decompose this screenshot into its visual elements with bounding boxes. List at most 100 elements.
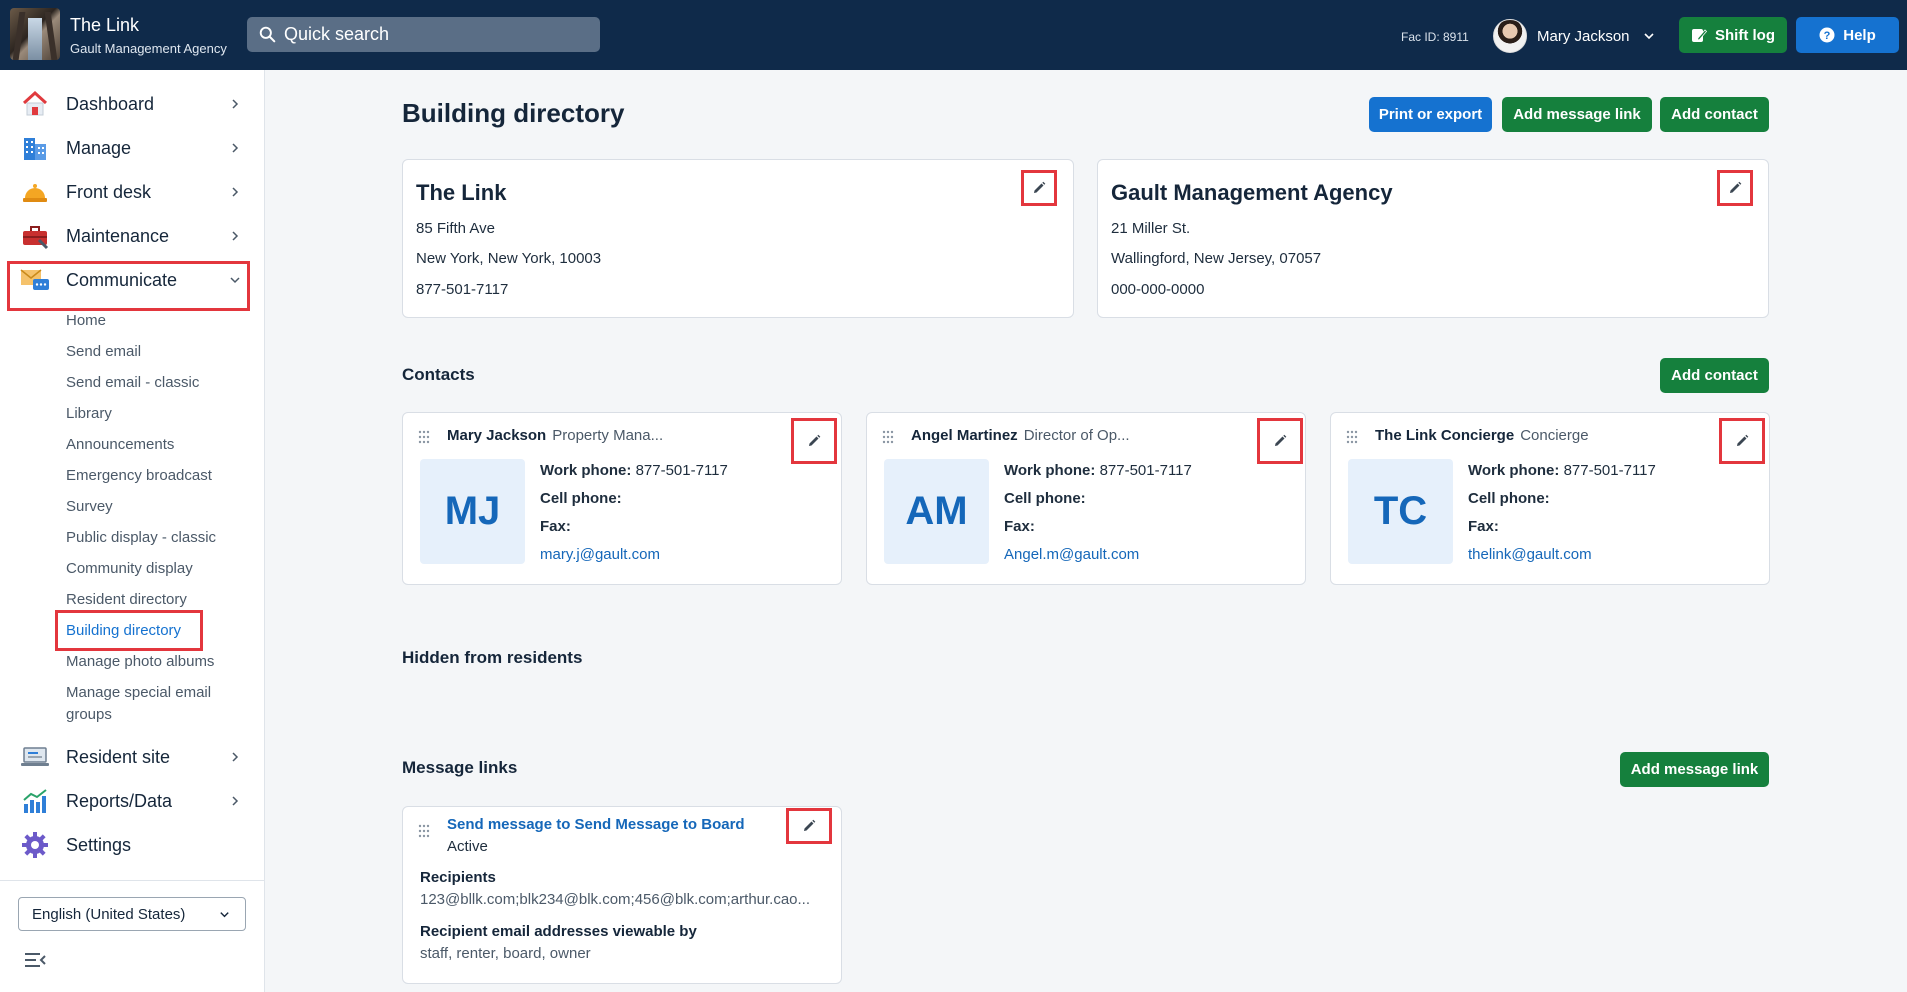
avatar bbox=[1493, 19, 1527, 53]
add-message-link-button[interactable]: Add message link bbox=[1502, 97, 1652, 132]
sidebar-item-resident-site[interactable]: Resident site bbox=[0, 737, 265, 777]
hidden-section-title: Hidden from residents bbox=[402, 648, 583, 667]
envelope-chat-icon bbox=[20, 265, 50, 295]
add-contact-button[interactable]: Add contact bbox=[1660, 97, 1769, 132]
sub-item-manage-special-email-groups[interactable]: Manage special email groups bbox=[66, 682, 236, 726]
house-icon bbox=[20, 89, 50, 119]
language-value: English (United States) bbox=[32, 905, 186, 923]
sub-item-home[interactable]: Home bbox=[66, 310, 106, 332]
contact-card: The Link Concierge Concierge TC Work phon… bbox=[1330, 412, 1770, 585]
app-subtitle: Gault Management Agency bbox=[70, 41, 227, 56]
contact-role: Concierge bbox=[1520, 427, 1589, 444]
language-select[interactable]: English (United States) bbox=[18, 897, 246, 931]
sidebar-item-settings[interactable]: Settings bbox=[0, 825, 265, 865]
chevron-right-icon bbox=[232, 143, 239, 153]
drag-handle-icon[interactable] bbox=[418, 824, 430, 838]
sidebar-item-label: Resident site bbox=[66, 746, 171, 767]
chevron-right-icon bbox=[232, 796, 239, 806]
search-input[interactable] bbox=[284, 24, 564, 45]
sidebar-item-dashboard[interactable]: Dashboard bbox=[0, 84, 265, 124]
chevron-right-icon bbox=[232, 187, 239, 197]
edit-button[interactable] bbox=[1257, 418, 1303, 464]
sidebar-item-maintenance[interactable]: Maintenance bbox=[0, 216, 265, 256]
sub-item-public-display-classic[interactable]: Public display - classic bbox=[66, 527, 216, 549]
contact-initials-avatar: MJ bbox=[420, 459, 525, 564]
edit-button[interactable] bbox=[1717, 170, 1753, 206]
sub-item-send-email-classic[interactable]: Send email - classic bbox=[66, 372, 199, 394]
chevron-down-icon bbox=[230, 277, 240, 284]
add-contact-button-secondary[interactable]: Add contact bbox=[1660, 358, 1769, 393]
sidebar-item-label: Settings bbox=[66, 834, 132, 855]
fax-label: Fax: bbox=[1468, 518, 1499, 535]
pencil-icon bbox=[1275, 434, 1287, 446]
sub-item-send-email[interactable]: Send email bbox=[66, 341, 141, 363]
sidebar-item-communicate[interactable]: Communicate bbox=[0, 260, 265, 300]
sub-item-community-display[interactable]: Community display bbox=[66, 558, 193, 580]
building-logo-image[interactable] bbox=[10, 8, 60, 60]
contact-role: Director of Op... bbox=[1023, 427, 1130, 444]
message-link-title[interactable]: Send message to Send Message to Board bbox=[447, 816, 745, 833]
contacts-section-title: Contacts bbox=[402, 365, 475, 384]
fax-label: Fax: bbox=[540, 518, 571, 535]
edit-button[interactable] bbox=[786, 808, 832, 844]
contact-email-link[interactable]: thelink@gault.com bbox=[1468, 546, 1592, 563]
collapse-menu-icon[interactable] bbox=[24, 950, 46, 970]
work-phone-value: 877-501-7117 bbox=[635, 462, 728, 479]
message-link-status: Active bbox=[447, 838, 488, 855]
contact-card: Angel Martinez Director of Op... AM Work … bbox=[866, 412, 1306, 585]
contact-initials-avatar: AM bbox=[884, 459, 989, 564]
cell-phone-label: Cell phone: bbox=[1468, 490, 1550, 507]
building-phone: 877-501-7117 bbox=[416, 281, 509, 298]
sidebar-item-front-desk[interactable]: Front desk bbox=[0, 172, 265, 212]
message-link-card: Send message to Send Message to Board Ac… bbox=[402, 806, 842, 984]
edit-button[interactable] bbox=[1719, 418, 1765, 464]
sub-item-announcements[interactable]: Announcements bbox=[66, 434, 174, 456]
sub-item-emergency-broadcast[interactable]: Emergency broadcast bbox=[66, 465, 212, 487]
sub-item-manage-photo-albums[interactable]: Manage photo albums bbox=[66, 651, 214, 673]
edit-button[interactable] bbox=[1021, 170, 1057, 206]
add-message-link-button-secondary[interactable]: Add message link bbox=[1620, 752, 1769, 787]
sidebar-item-label: Dashboard bbox=[66, 93, 155, 114]
agency-name: Gault Management Agency bbox=[1111, 180, 1393, 205]
sidebar-item-reports-data[interactable]: Reports/Data bbox=[0, 781, 265, 821]
sidebar-item-label: Communicate bbox=[66, 269, 178, 290]
contact-email-link[interactable]: mary.j@gault.com bbox=[540, 546, 660, 563]
laptop-icon bbox=[20, 742, 50, 772]
drag-handle-icon[interactable] bbox=[882, 430, 894, 444]
sub-item-building-directory[interactable]: Building directory bbox=[66, 620, 181, 642]
work-phone-value: 877-501-7117 bbox=[1099, 462, 1192, 479]
contact-name: Angel Martinez bbox=[911, 427, 1018, 444]
contact-role: Property Mana... bbox=[552, 427, 664, 444]
contact-email-link[interactable]: Angel.m@gault.com bbox=[1004, 546, 1139, 563]
user-name: Mary Jackson bbox=[1537, 27, 1630, 45]
drag-handle-icon[interactable] bbox=[1346, 430, 1358, 444]
sidebar-divider bbox=[0, 880, 265, 881]
page-title: Building directory bbox=[402, 98, 625, 128]
help-button[interactable]: ? Help bbox=[1796, 17, 1899, 53]
work-phone-label: Work phone: bbox=[1004, 462, 1096, 479]
edit-button[interactable] bbox=[791, 418, 837, 464]
shift-log-button[interactable]: Shift log bbox=[1679, 17, 1787, 53]
help-label: Help bbox=[1843, 26, 1876, 44]
app-title[interactable]: The Link bbox=[70, 15, 139, 36]
chevron-down-icon bbox=[220, 911, 229, 917]
notepad-pen-icon bbox=[1692, 29, 1707, 42]
print-export-button[interactable]: Print or export bbox=[1369, 97, 1492, 132]
search-icon bbox=[259, 26, 276, 43]
sub-item-survey[interactable]: Survey bbox=[66, 496, 113, 518]
building-name: The Link bbox=[416, 180, 507, 205]
work-phone-label: Work phone: bbox=[1468, 462, 1560, 479]
facility-id: Fac ID: 8911 bbox=[1401, 30, 1469, 44]
recipients-label: Recipients bbox=[420, 869, 496, 886]
sub-item-resident-directory[interactable]: Resident directory bbox=[66, 589, 187, 611]
recipients-value: 123@bllk.com;blk234@blk.com;456@blk.com;… bbox=[420, 891, 811, 908]
user-menu[interactable]: Mary Jackson bbox=[1493, 17, 1656, 55]
drag-handle-icon[interactable] bbox=[418, 430, 430, 444]
chevron-right-icon bbox=[232, 752, 239, 762]
quick-search[interactable] bbox=[247, 17, 600, 52]
building-icon bbox=[20, 133, 50, 163]
sidebar-item-manage[interactable]: Manage bbox=[0, 128, 265, 168]
page-scrollbar[interactable] bbox=[1895, 70, 1907, 992]
building-address-line2: New York, New York, 10003 bbox=[416, 250, 602, 267]
sub-item-library[interactable]: Library bbox=[66, 403, 112, 425]
